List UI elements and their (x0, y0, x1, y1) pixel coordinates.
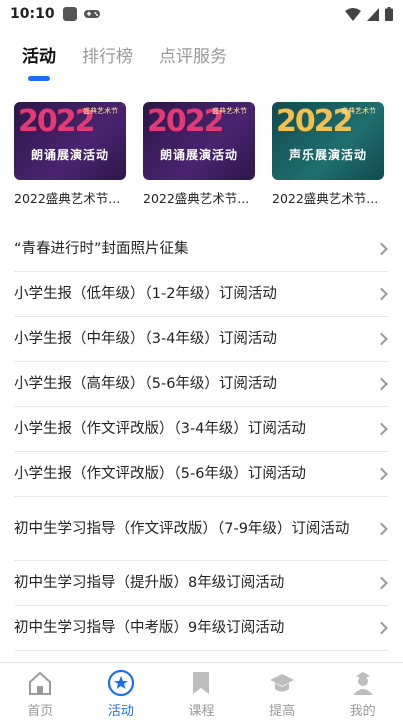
list-item[interactable]: 初中生学习指导（作文评改版）（7-9年级）订阅活动 (14, 497, 388, 561)
banner-image: 2022 盛典艺术节 朗诵展演活动 (14, 102, 126, 180)
chevron-right-icon (375, 576, 388, 590)
tab-label: 排行榜 (82, 47, 133, 67)
banner-brand: 盛典艺术节 (212, 107, 247, 115)
list-item-label: 小学生报（作文评改版）（3-4年级）订阅活动 (14, 421, 306, 437)
list-item[interactable]: 小学生报（中年级）（3-4年级）订阅活动 (14, 317, 388, 362)
list-item[interactable]: 小学生报（作文评改版）（5-6年级）订阅活动 (14, 452, 388, 497)
nav-improve[interactable]: 提高 (242, 663, 323, 720)
list-item[interactable]: 初中生学习指导（中考版）9年级订阅活动 (14, 606, 388, 651)
nav-label: 活动 (107, 704, 134, 719)
banner-caption: 2022盛典艺术节... (14, 191, 121, 206)
chevron-right-icon (375, 242, 388, 256)
nav-activities[interactable]: 活动 (81, 663, 162, 720)
banner-image: 2022 盛典艺术节 朗诵展演活动 (143, 102, 255, 180)
list-item-label: 小学生报（作文评改版）（5-6年级）订阅活动 (14, 466, 306, 482)
notification-icon (62, 7, 77, 21)
banner-card[interactable]: 2022 盛典艺术节 声乐展演活动 2022盛典艺术节... (272, 102, 384, 207)
battery-icon (385, 7, 393, 21)
list-item-label: 小学生报（低年级）（1-2年级）订阅活动 (14, 286, 277, 302)
nav-label: 我的 (349, 704, 376, 719)
tab-label: 活动 (22, 47, 56, 67)
nav-home[interactable]: 首页 (0, 663, 81, 720)
chevron-right-icon (375, 621, 388, 635)
chevron-right-icon (375, 522, 388, 535)
list-item[interactable]: 小学生报（作文评改版）（3-4年级）订阅活动 (14, 407, 388, 452)
nav-label: 课程 (188, 704, 215, 719)
nav-courses[interactable]: 课程 (161, 663, 242, 720)
home-icon (29, 671, 52, 695)
banner-title: 声乐展演活动 (288, 148, 367, 162)
nav-profile[interactable]: 我的 (322, 663, 403, 720)
chevron-right-icon (375, 377, 388, 391)
wifi-icon (345, 7, 361, 21)
banner-brand: 盛典艺术节 (83, 107, 118, 115)
gamepad-icon (83, 10, 100, 18)
chevron-right-icon (375, 422, 388, 436)
nav-label: 提高 (269, 704, 296, 719)
tab-activities[interactable]: 活动 (22, 36, 56, 81)
banner-brand: 盛典艺术节 (341, 107, 376, 115)
star-icon (107, 669, 134, 697)
tab-leaderboard[interactable]: 排行榜 (82, 36, 133, 67)
banner-title: 朗诵展演活动 (30, 148, 109, 162)
list-item-label: “青春进行时”封面照片征集 (14, 241, 189, 257)
graduation-cap-icon (270, 674, 295, 692)
banner-card[interactable]: 2022 盛典艺术节 朗诵展演活动 2022盛典艺术节... (14, 102, 126, 207)
list-item-label: 小学生报（中年级）（3-4年级）订阅活动 (14, 331, 277, 347)
chevron-right-icon (375, 287, 388, 301)
bottom-nav: 首页 活动 课程 提高 我的 (0, 662, 403, 720)
user-icon (352, 672, 373, 695)
list-item[interactable]: 小学生报（低年级）（1-2年级）订阅活动 (14, 272, 388, 317)
top-tabs: 活动 排行榜 点评服务 (0, 36, 403, 81)
status-bar: 10:10 (0, 0, 403, 28)
list-item-label: 初中生学习指导（提升版）8年级订阅活动 (14, 575, 285, 591)
banner-image: 2022 盛典艺术节 声乐展演活动 (272, 102, 384, 180)
list-item[interactable]: 小学生报（高年级）（5-6年级）订阅活动 (14, 362, 388, 407)
list-item[interactable]: 初中生学习指导（提升版）8年级订阅活动 (14, 561, 388, 606)
tab-review-service[interactable]: 点评服务 (159, 36, 227, 67)
banner-title: 朗诵展演活动 (159, 148, 238, 162)
chevron-right-icon (375, 332, 388, 346)
banner-cards: 2022 盛典艺术节 朗诵展演活动 2022盛典艺术节... 2022 盛典艺术… (14, 102, 384, 207)
list-item-label: 初中生学习指导（作文评改版）（7-9年级）订阅活动 (14, 520, 350, 537)
banner-card[interactable]: 2022 盛典艺术节 朗诵展演活动 2022盛典艺术节... (143, 102, 255, 207)
signal-icon (367, 7, 379, 21)
tab-active-indicator (28, 76, 50, 81)
tab-label: 点评服务 (159, 47, 227, 67)
status-time: 10:10 (10, 6, 55, 22)
nav-label: 首页 (27, 704, 54, 719)
bookmark-icon (193, 672, 210, 694)
banner-caption: 2022盛典艺术节... (272, 191, 379, 206)
chevron-right-icon (375, 467, 388, 481)
list-item[interactable]: “青春进行时”封面照片征集 (14, 227, 388, 272)
list-item-label: 初中生学习指导（中考版）9年级订阅活动 (14, 620, 285, 636)
banner-caption: 2022盛典艺术节... (143, 191, 250, 206)
activity-list: “青春进行时”封面照片征集 小学生报（低年级）（1-2年级）订阅活动 小学生报（… (14, 227, 388, 651)
list-item-label: 小学生报（高年级）（5-6年级）订阅活动 (14, 376, 277, 392)
